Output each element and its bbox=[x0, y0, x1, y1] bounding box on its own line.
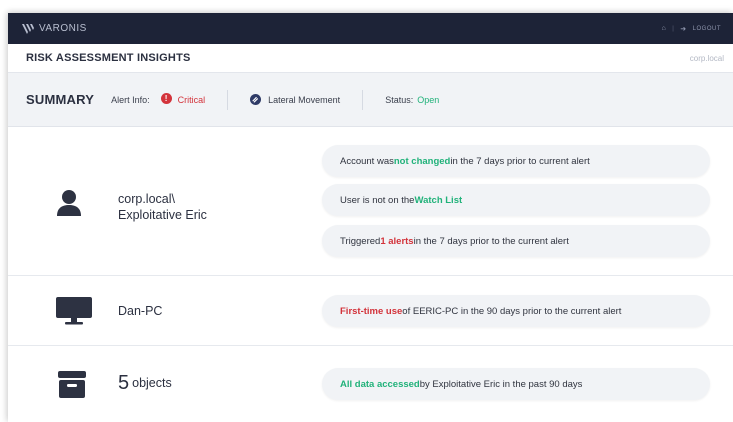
insight-text: Triggered bbox=[340, 235, 381, 247]
user-section: corp.local\ Exploitative Eric Account wa… bbox=[8, 128, 733, 276]
insight-text: of EERIC-PC in the 90 days prior to the … bbox=[402, 305, 622, 317]
top-actions: ⌂ | ➜ LOGOUT bbox=[661, 25, 721, 33]
insight-pill: Account was ​not changed in the 7 days p… bbox=[322, 145, 710, 177]
severity-value: Critical bbox=[177, 94, 206, 105]
data-section: 5 objects All data accessed by Exploitati… bbox=[8, 346, 733, 422]
page-header: RISK ASSESSMENT INSIGHTS corp.local bbox=[8, 44, 733, 73]
insight-highlight: not changed bbox=[393, 155, 451, 167]
insight-text: by Exploitative Eric in the past 90 days bbox=[419, 378, 583, 390]
user-icon bbox=[57, 190, 81, 216]
varonis-logo-icon bbox=[22, 23, 34, 34]
home-icon[interactable]: ⌂ bbox=[661, 25, 666, 32]
insight-highlight: Watch List bbox=[414, 194, 463, 206]
device-section: Dan-PC First-time use of EERIC-PC in the… bbox=[8, 276, 733, 346]
brand-name: VARONIS bbox=[39, 23, 87, 34]
data-unit: objects bbox=[132, 376, 172, 390]
top-navbar: VARONIS ⌂ | ➜ LOGOUT bbox=[8, 13, 733, 44]
device-name[interactable]: Dan-PC bbox=[118, 303, 162, 319]
user-domain: corp.local\ bbox=[118, 192, 175, 206]
insight-highlight: First-time use bbox=[340, 305, 403, 317]
logout-link[interactable]: LOGOUT bbox=[693, 26, 721, 32]
data-count-label[interactable]: 5 objects bbox=[118, 372, 172, 394]
link-icon bbox=[250, 94, 262, 105]
archive-box-icon bbox=[58, 371, 86, 398]
domain-label: corp.local bbox=[689, 53, 724, 63]
exclamation-icon: ! bbox=[160, 93, 172, 104]
insight-pill: Triggered ​1 alerts in the 7 days prior … bbox=[322, 225, 710, 257]
insight-highlight: All data accessed bbox=[340, 378, 420, 390]
summary-bar: SUMMARY Alert Info: ! Critical Lateral M… bbox=[8, 73, 733, 127]
status-label: Status: bbox=[385, 94, 414, 105]
insight-text: User is not on the bbox=[340, 194, 415, 206]
brand[interactable]: VARONIS bbox=[22, 23, 87, 34]
logout-icon[interactable]: ➜ bbox=[680, 25, 686, 33]
user-label: corp.local\ Exploitative Eric bbox=[118, 191, 207, 223]
insight-text: in the 7 days prior to the current alert bbox=[413, 235, 569, 247]
insight-text: in the 7 days prior to current alert bbox=[450, 155, 590, 167]
alert-info-label: Alert Info: bbox=[111, 94, 150, 105]
insight-text: Account was bbox=[340, 155, 394, 167]
summary-title: SUMMARY bbox=[26, 92, 95, 107]
divider bbox=[227, 89, 229, 110]
insight-pill: User is not on the ​Watch List bbox=[322, 184, 710, 216]
insight-highlight: 1 alerts bbox=[380, 235, 414, 247]
divider: | bbox=[672, 25, 675, 32]
user-name[interactable]: Exploitative Eric bbox=[118, 207, 207, 223]
insight-pill: First-time use of EERIC-PC in the 90 day… bbox=[322, 295, 710, 327]
divider bbox=[362, 89, 364, 110]
page-title: RISK ASSESSMENT INSIGHTS bbox=[26, 52, 191, 64]
insight-pill: All data accessed by Exploitative Eric i… bbox=[322, 368, 710, 400]
monitor-icon bbox=[56, 297, 92, 325]
data-count: 5 bbox=[118, 372, 130, 394]
app-window: VARONIS ⌂ | ➜ LOGOUT RISK ASSESSMENT INS… bbox=[8, 13, 733, 422]
status-value: Open bbox=[417, 94, 440, 105]
threat-model-name[interactable]: Lateral Movement bbox=[268, 95, 340, 105]
